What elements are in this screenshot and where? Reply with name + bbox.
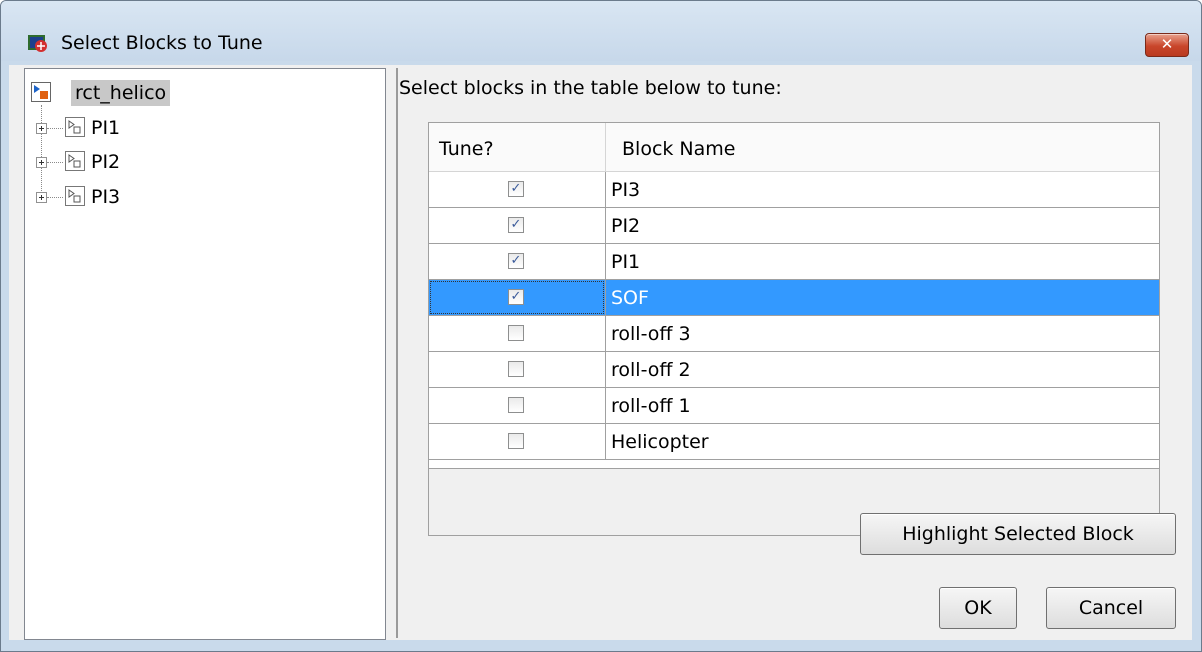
tree-item-label[interactable]: PI1 (91, 115, 120, 141)
highlight-selected-block-button[interactable]: Highlight Selected Block (860, 513, 1176, 555)
tune-checkbox[interactable]: ✓ (508, 361, 524, 377)
tree-item-label[interactable]: PI3 (91, 184, 120, 210)
tune-checkbox[interactable]: ✓ (508, 433, 524, 449)
simulink-app-icon (28, 35, 47, 52)
expand-icon[interactable] (36, 192, 47, 203)
tune-checkbox[interactable]: ✓ (508, 325, 524, 341)
table-row[interactable]: ✓ PI1 (429, 244, 1159, 280)
tune-checkbox[interactable]: ✓ (508, 217, 524, 233)
expand-icon[interactable] (36, 123, 47, 134)
subsystem-icon (65, 186, 85, 206)
tree-connector (47, 197, 63, 198)
tune-cell: ✓ (429, 316, 605, 351)
dialog-body: rct_helico PI1 PI2 PI3 Select blocks in … (9, 65, 1192, 640)
column-separator (605, 280, 606, 315)
column-separator (605, 208, 606, 243)
block-name-cell: PI2 (611, 215, 641, 237)
subsystem-icon (65, 117, 85, 137)
tune-checkbox[interactable]: ✓ (508, 253, 524, 269)
close-button[interactable]: ✕ (1145, 33, 1189, 57)
table-row[interactable]: ✓ roll-off 3 (429, 316, 1159, 352)
tree-connector (47, 128, 63, 129)
panel-divider[interactable] (396, 68, 398, 638)
ok-button[interactable]: OK (939, 587, 1017, 629)
table-footer-strip (429, 460, 1159, 469)
table-row-selected[interactable]: ✓ SOF (429, 280, 1159, 316)
block-name-cell: roll-off 2 (611, 359, 691, 381)
tree-item-label[interactable]: PI2 (91, 149, 120, 175)
column-header-tune[interactable]: Tune? (439, 123, 494, 171)
tune-checkbox[interactable]: ✓ (508, 181, 524, 197)
column-separator (605, 352, 606, 387)
column-header-block-name[interactable]: Block Name (622, 123, 735, 171)
tune-cell: ✓ (429, 424, 605, 459)
title-bar[interactable]: Select Blocks to Tune ✕ (1, 1, 1201, 61)
column-separator (605, 244, 606, 279)
tune-cell: ✓ (429, 280, 605, 315)
block-name-cell: roll-off 3 (611, 323, 691, 345)
instructions-label: Select blocks in the table below to tune… (399, 77, 782, 99)
tree-connector (41, 105, 42, 199)
tune-checkbox[interactable]: ✓ (508, 397, 524, 413)
block-name-cell: PI1 (611, 251, 641, 273)
tree-root-label[interactable]: rct_helico (71, 80, 171, 106)
subsystem-icon (65, 151, 85, 171)
table-row[interactable]: ✓ Helicopter (429, 424, 1159, 460)
block-name-cell: roll-off 1 (611, 395, 691, 417)
tune-cell: ✓ (429, 244, 605, 279)
column-separator (605, 172, 606, 207)
dialog-window: Select Blocks to Tune ✕ rct_helico PI1 P… (0, 0, 1202, 652)
tune-cell: ✓ (429, 352, 605, 387)
window-title: Select Blocks to Tune (61, 32, 263, 54)
tune-cell: ✓ (429, 388, 605, 423)
blocks-table[interactable]: Tune? Block Name ✓ PI3 ✓ PI2 ✓ PI1 ✓ SOF… (428, 122, 1160, 536)
expand-icon[interactable] (36, 157, 47, 168)
model-icon (31, 82, 51, 102)
block-name-cell: SOF (611, 287, 649, 309)
column-separator (605, 424, 606, 459)
tune-cell: ✓ (429, 208, 605, 243)
table-row[interactable]: ✓ PI3 (429, 172, 1159, 208)
table-header: Tune? Block Name (429, 123, 1159, 172)
block-name-cell: Helicopter (611, 431, 709, 453)
tree-connector (47, 162, 63, 163)
tune-cell: ✓ (429, 172, 605, 207)
block-name-cell: PI3 (611, 179, 641, 201)
column-separator (605, 388, 606, 423)
table-row[interactable]: ✓ roll-off 2 (429, 352, 1159, 388)
cancel-button[interactable]: Cancel (1046, 587, 1176, 629)
column-separator[interactable] (605, 123, 606, 171)
tune-checkbox[interactable]: ✓ (508, 289, 524, 305)
model-tree[interactable]: rct_helico PI1 PI2 PI3 (24, 68, 386, 640)
column-separator (605, 316, 606, 351)
table-row[interactable]: ✓ roll-off 1 (429, 388, 1159, 424)
table-row[interactable]: ✓ PI2 (429, 208, 1159, 244)
